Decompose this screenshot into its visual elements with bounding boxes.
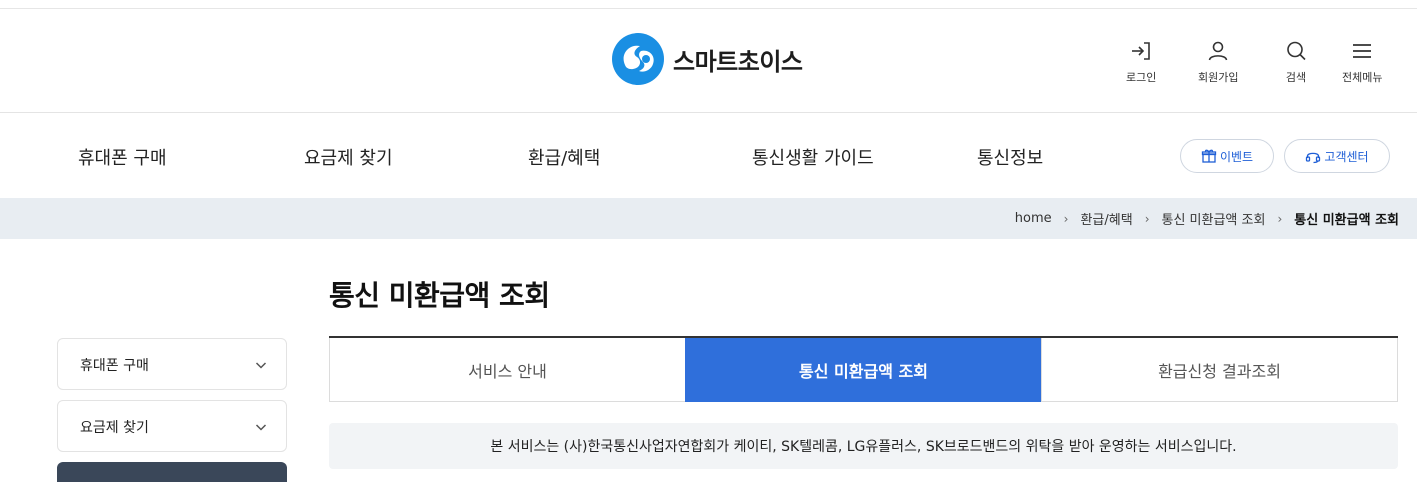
side-item-label: 휴대폰 구매	[80, 358, 149, 374]
logo-mark-icon	[612, 33, 664, 85]
customer-center-button[interactable]: 고객센터	[1284, 139, 1390, 173]
chevron-right-icon: ›	[1277, 211, 1283, 226]
tab-unrefunded-lookup[interactable]: 통신 미환급액 조회	[685, 338, 1041, 402]
signup-label: 회원가입	[1198, 71, 1239, 84]
side-menu: 휴대폰 구매 요금제 찾기	[57, 338, 287, 482]
side-item-phone-purchase[interactable]: 휴대폰 구매	[57, 338, 287, 390]
chevron-down-icon	[255, 424, 267, 431]
content-tabs: 서비스 안내 통신 미환급액 조회 환급신청 결과조회	[329, 336, 1398, 402]
event-label: 이벤트	[1219, 149, 1254, 164]
breadcrumb-bar: home › 환급/혜택 › 통신 미환급액 조회 › 통신 미환급액 조회	[0, 198, 1417, 239]
headset-icon	[1306, 152, 1321, 164]
all-menu-link[interactable]: 전체메뉴	[1342, 39, 1382, 85]
service-notice: 본 서비스는 (사)한국통신사업자연합회가 케이티, SK텔레콤, LG유플러스…	[329, 423, 1398, 469]
breadcrumb-refund[interactable]: 환급/혜택	[1080, 209, 1132, 228]
breadcrumb-current: 통신 미환급액 조회	[1294, 213, 1399, 228]
gnb-item-telecom-info[interactable]: 통신정보	[977, 144, 1043, 170]
search-icon	[1287, 41, 1306, 61]
event-button[interactable]: 이벤트	[1180, 139, 1274, 173]
gnb-item-plan-search[interactable]: 요금제 찾기	[304, 144, 393, 170]
search-link[interactable]: 검색	[1284, 39, 1308, 85]
global-nav: 휴대폰 구매 요금제 찾기 환급/혜택 통신생활 가이드 통신정보 이벤트 고객…	[0, 114, 1417, 198]
chevron-down-icon	[255, 362, 267, 369]
site-header: 스마트초이스 로그인 회원가입 검색 전체메뉴	[0, 9, 1417, 113]
chevron-right-icon: ›	[1144, 211, 1150, 226]
login-icon	[1132, 42, 1150, 60]
gift-icon	[1201, 149, 1217, 163]
page-title: 통신 미환급액 조회	[329, 279, 550, 312]
tab-refund-result[interactable]: 환급신청 결과조회	[1041, 338, 1398, 402]
breadcrumb: home › 환급/혜택 › 통신 미환급액 조회 › 통신 미환급액 조회	[1015, 209, 1399, 228]
login-link[interactable]: 로그인	[1126, 39, 1156, 85]
hamburger-icon	[1353, 44, 1372, 58]
chevron-right-icon: ›	[1063, 211, 1069, 226]
side-item-active[interactable]	[57, 462, 287, 482]
side-item-label: 요금제 찾기	[80, 420, 149, 436]
side-item-plan-search[interactable]: 요금제 찾기	[57, 400, 287, 452]
login-label: 로그인	[1126, 71, 1157, 84]
person-icon	[1208, 41, 1228, 61]
gnb-item-refund-benefit[interactable]: 환급/혜택	[528, 144, 600, 170]
signup-link[interactable]: 회원가입	[1198, 39, 1238, 85]
search-label: 검색	[1285, 71, 1307, 84]
all-menu-label: 전체메뉴	[1342, 71, 1383, 84]
breadcrumb-unrefunded[interactable]: 통신 미환급액 조회	[1162, 209, 1266, 228]
tab-service-guide[interactable]: 서비스 안내	[329, 338, 685, 402]
customer-center-label: 고객센터	[1324, 149, 1369, 164]
gnb-item-telecom-guide[interactable]: 통신생활 가이드	[752, 144, 874, 170]
breadcrumb-home[interactable]: home	[1015, 211, 1052, 226]
gnb-item-phone-purchase[interactable]: 휴대폰 구매	[78, 144, 167, 170]
logo-text: 스마트초이스	[673, 47, 803, 76]
site-logo[interactable]: 스마트초이스	[611, 32, 803, 86]
